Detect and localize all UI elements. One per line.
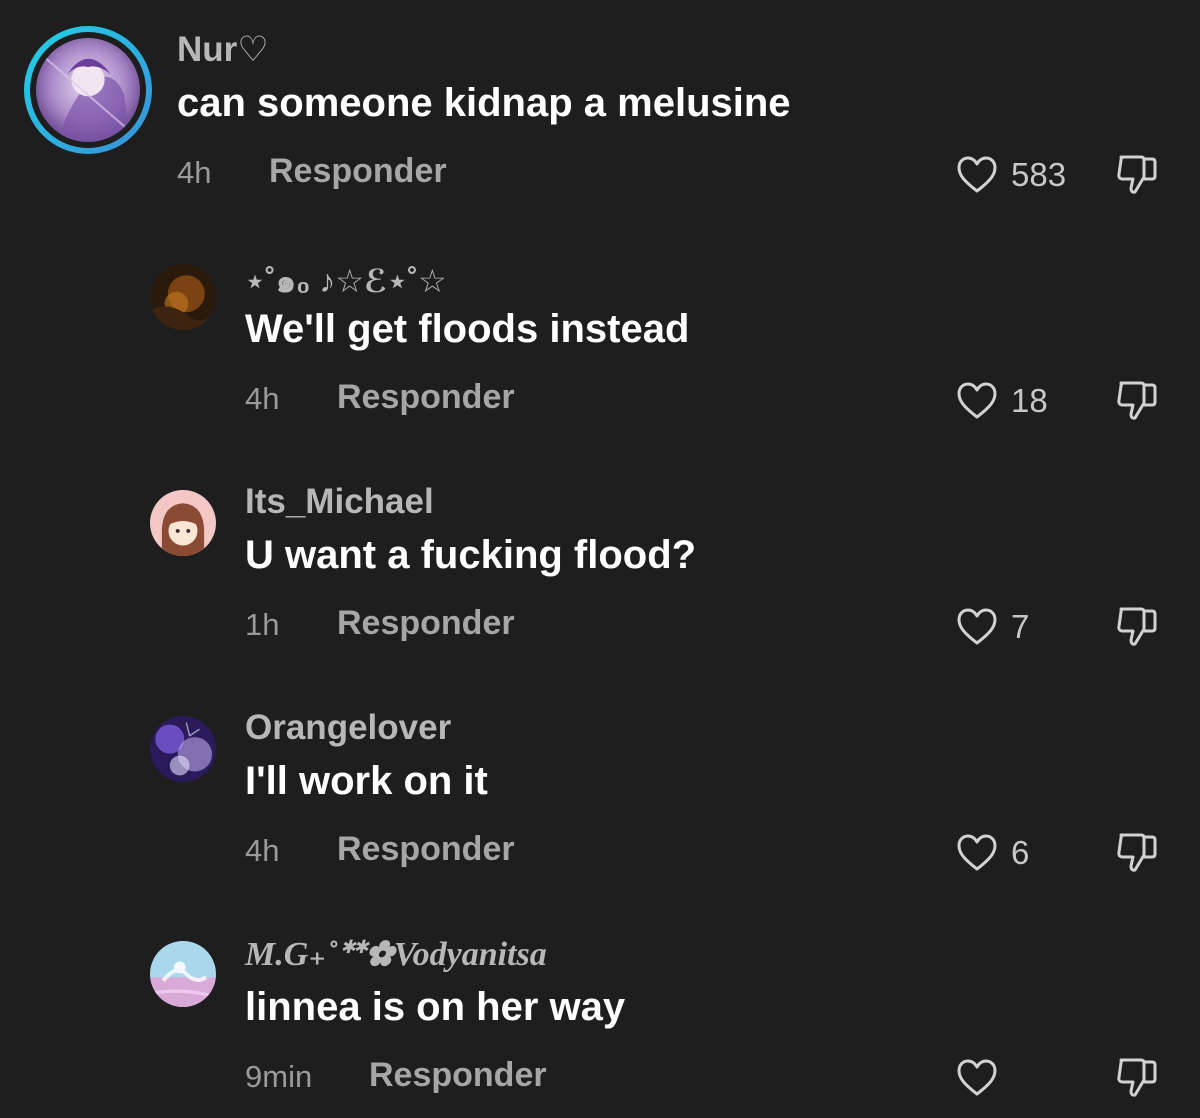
thumbs-down-icon: [1113, 603, 1161, 649]
like-button[interactable]: 18: [955, 379, 1048, 423]
heart-icon: [955, 380, 999, 422]
avatar[interactable]: [150, 716, 216, 782]
avatar[interactable]: [150, 490, 216, 556]
avatar[interactable]: [36, 38, 140, 142]
like-button[interactable]: [955, 1056, 1011, 1100]
like-count: 6: [1011, 834, 1030, 871]
like-count: 18: [1011, 382, 1048, 419]
thumbs-down-icon: [1113, 1054, 1161, 1100]
dislike-button[interactable]: [1113, 1054, 1161, 1100]
avatar[interactable]: [150, 264, 216, 330]
reply-button[interactable]: Responder: [269, 152, 447, 191]
reply-button[interactable]: Responder: [369, 1056, 547, 1095]
comment-username[interactable]: Orangelover: [245, 708, 451, 748]
reply-button[interactable]: Responder: [337, 378, 515, 417]
comment-text: can someone kidnap a melusine: [177, 81, 791, 125]
comment-timestamp: 4h: [245, 381, 280, 416]
comment-username[interactable]: Nur♡: [177, 30, 269, 70]
reply-button[interactable]: Responder: [337, 830, 515, 869]
heart-icon: [955, 606, 999, 648]
comment-text: U want a fucking flood?: [245, 533, 697, 577]
like-count: 583: [1011, 156, 1067, 193]
comment-timestamp: 9min: [245, 1059, 313, 1094]
dislike-button[interactable]: [1113, 603, 1161, 649]
comment-timestamp: 4h: [245, 833, 280, 868]
comment-timestamp: 1h: [245, 607, 280, 642]
reply-button[interactable]: Responder: [337, 604, 515, 643]
dislike-button[interactable]: [1113, 377, 1161, 423]
story-ring[interactable]: [24, 26, 152, 154]
like-count: 7: [1011, 608, 1030, 645]
like-button[interactable]: 6: [955, 831, 1029, 875]
comment-username[interactable]: M.G₊˚ᕯ✿Vodyanitsa: [245, 934, 547, 974]
comment-username[interactable]: Its_Michael: [245, 482, 434, 522]
comment-text: We'll get floods instead: [245, 307, 690, 351]
comment-username[interactable]: ⋆˚๑₀ ♪☆ℰ⋆˚☆: [245, 256, 447, 307]
thumbs-down-icon: [1113, 377, 1161, 423]
dislike-button[interactable]: [1113, 829, 1161, 875]
thumbs-down-icon: [1113, 829, 1161, 875]
heart-icon: [955, 1057, 999, 1099]
like-button[interactable]: 583: [955, 153, 1066, 197]
comment-text: linnea is on her way: [245, 985, 626, 1029]
comment-timestamp: 4h: [177, 155, 212, 190]
heart-icon: [955, 154, 999, 196]
like-button[interactable]: 7: [955, 605, 1029, 649]
heart-icon: [955, 832, 999, 874]
dislike-button[interactable]: [1113, 151, 1161, 197]
comment-text: I'll work on it: [245, 759, 488, 803]
avatar[interactable]: [150, 941, 216, 1007]
thumbs-down-icon: [1113, 151, 1161, 197]
